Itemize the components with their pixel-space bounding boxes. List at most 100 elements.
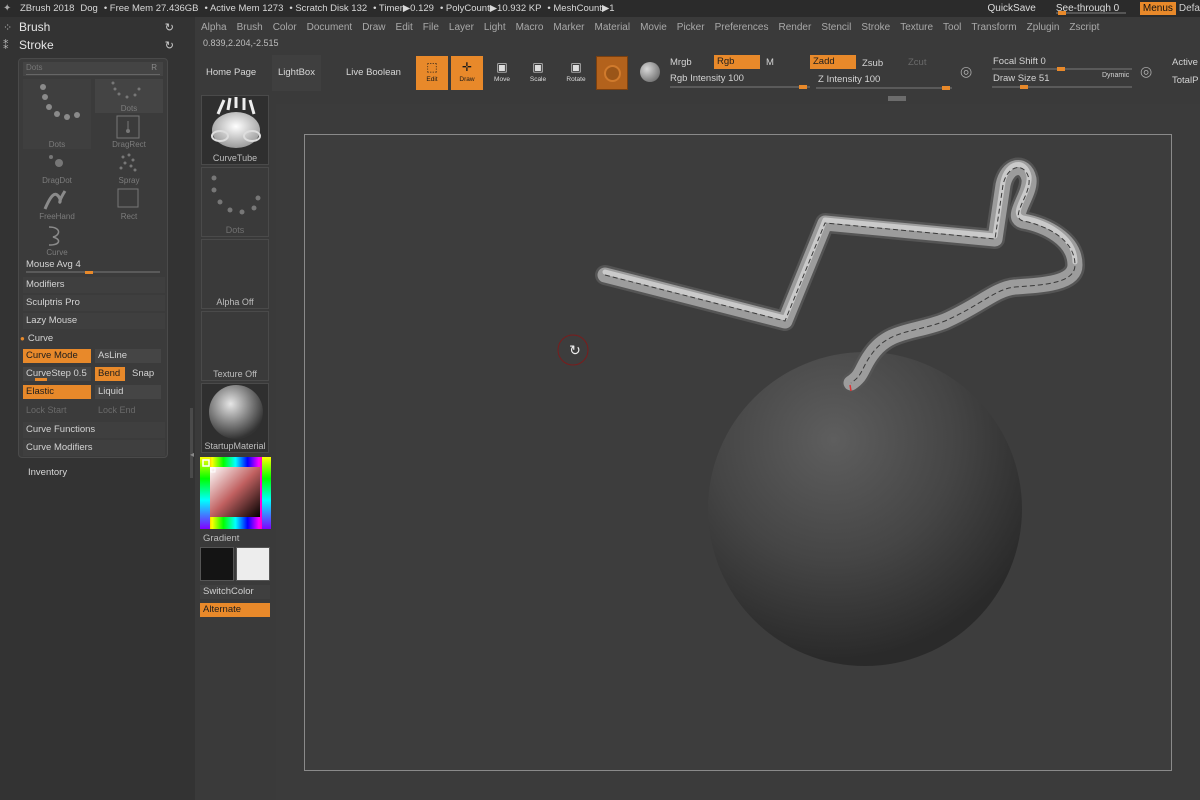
tray-collapse-icon[interactable]: ◂ xyxy=(190,450,194,459)
menu-zscript[interactable]: Zscript xyxy=(1069,22,1099,33)
focal-shift-thumb[interactable] xyxy=(1057,67,1065,71)
draw-size-track[interactable] xyxy=(992,86,1132,88)
see-through-thumb[interactable] xyxy=(1057,11,1066,15)
menu-stencil[interactable]: Stencil xyxy=(821,22,851,33)
color-picker[interactable] xyxy=(200,457,271,529)
material-swatch[interactable] xyxy=(596,56,628,90)
menu-alpha[interactable]: Alpha xyxy=(201,22,227,33)
stroke-tile-rect[interactable]: Rect xyxy=(95,187,163,221)
bend-button[interactable]: Bend xyxy=(95,367,125,381)
menu-render[interactable]: Render xyxy=(779,22,812,33)
scale-mode-button[interactable]: ▣ Scale xyxy=(522,56,554,90)
menu-tool[interactable]: Tool xyxy=(943,22,961,33)
menu-file[interactable]: File xyxy=(423,22,439,33)
menu-picker[interactable]: Picker xyxy=(677,22,705,33)
move-mode-button[interactable]: ▣ Move xyxy=(486,56,518,90)
stroke-tile-dots-large[interactable]: Dots xyxy=(23,79,91,149)
secondary-color-swatch[interactable] xyxy=(236,547,270,581)
alpha-tile[interactable]: Alpha Off xyxy=(201,239,269,309)
draw-size-thumb[interactable] xyxy=(1020,85,1028,89)
menu-edit[interactable]: Edit xyxy=(396,22,413,33)
mouse-avg-thumb[interactable] xyxy=(85,271,93,274)
sculptris-pro-subpalette[interactable]: Sculptris Pro xyxy=(23,295,165,311)
material-tile[interactable]: StartupMaterial xyxy=(201,383,269,453)
edit-mode-button[interactable]: ⬚ Edit xyxy=(416,56,448,90)
menu-zplugin[interactable]: Zplugin xyxy=(1027,22,1060,33)
curvestep-thumb[interactable] xyxy=(35,378,47,381)
menu-stroke[interactable]: Stroke xyxy=(861,22,890,33)
left-tray-scrollbar[interactable] xyxy=(190,408,193,478)
shelf-dock-handle[interactable] xyxy=(888,96,906,101)
menu-movie[interactable]: Movie xyxy=(640,22,667,33)
liquid-button[interactable]: Liquid xyxy=(95,385,161,399)
stroke-type-slider[interactable]: Dots R xyxy=(23,62,163,76)
stroke-tile-curve[interactable]: Curve xyxy=(23,223,91,257)
sphere-mesh[interactable] xyxy=(708,352,1022,666)
menu-color[interactable]: Color xyxy=(273,22,297,33)
stroke-tile-dragdot[interactable]: DragDot xyxy=(23,151,91,185)
texture-tile[interactable]: Texture Off xyxy=(201,311,269,381)
curve-subpalette[interactable]: ● Curve xyxy=(20,331,165,347)
mrgb-button[interactable]: Mrgb xyxy=(670,57,692,68)
menu-brush[interactable]: Brush xyxy=(237,22,263,33)
curve-modifiers-subpalette[interactable]: Curve Modifiers xyxy=(23,440,165,456)
gradient-label[interactable]: Gradient xyxy=(203,533,239,544)
asline-button[interactable]: AsLine xyxy=(95,349,161,363)
menu-marker[interactable]: Marker xyxy=(553,22,584,33)
default-script-button[interactable]: Defa xyxy=(1179,3,1200,14)
stroke-type-reset[interactable]: R xyxy=(151,62,157,74)
curve-functions-subpalette[interactable]: Curve Functions xyxy=(23,422,165,438)
zadd-button[interactable]: Zadd xyxy=(810,55,856,69)
lock-start-button[interactable]: Lock Start xyxy=(23,403,91,417)
menu-layer[interactable]: Layer xyxy=(449,22,474,33)
menu-draw[interactable]: Draw xyxy=(362,22,385,33)
z-intensity-track[interactable] xyxy=(816,87,952,89)
document-canvas[interactable]: ↻ xyxy=(304,134,1172,771)
stroke-palette-toggle-icon[interactable]: ↻ xyxy=(165,39,174,52)
curvestep-slider[interactable]: CurveStep 0.5 xyxy=(23,367,91,381)
rotate-mode-button[interactable]: ▣ Rotate xyxy=(560,56,592,90)
current-stroke-tile[interactable]: Dots xyxy=(201,167,269,237)
stroke-tile-freehand[interactable]: FreeHand xyxy=(23,187,91,221)
rgb-intensity-track[interactable] xyxy=(670,86,810,88)
draw-mode-button[interactable]: ✛ Draw xyxy=(451,56,483,90)
stroke-tile-dots[interactable]: Dots xyxy=(95,79,163,113)
current-brush-tile[interactable]: CurveTube xyxy=(201,95,269,165)
zcut-button[interactable]: Zcut xyxy=(908,57,926,68)
snap-button[interactable]: Snap xyxy=(129,367,161,381)
menu-transform[interactable]: Transform xyxy=(971,22,1016,33)
switch-color-button[interactable]: SwitchColor xyxy=(200,585,270,599)
lightbox-button[interactable]: LightBox xyxy=(272,55,321,91)
curve-end-point[interactable] xyxy=(849,384,852,392)
dynamic-toggle[interactable]: Dynamic xyxy=(1102,72,1129,79)
inventory-link[interactable]: Inventory xyxy=(28,467,67,478)
mouse-avg-slider[interactable]: Mouse Avg 4 xyxy=(23,259,165,274)
color-sphere-icon[interactable] xyxy=(640,62,660,82)
brush-palette-header[interactable]: ⁘ Brush ↻ xyxy=(0,18,180,36)
zsub-button[interactable]: Zsub xyxy=(862,58,883,69)
modifiers-subpalette[interactable]: Modifiers xyxy=(23,277,165,293)
stroke-tile-spray[interactable]: Spray xyxy=(95,151,163,185)
lazy-mouse-subpalette[interactable]: Lazy Mouse xyxy=(23,313,165,329)
see-through-slider[interactable]: See-through 0 xyxy=(1055,3,1126,15)
main-color-swatch[interactable] xyxy=(200,547,234,581)
menu-preferences[interactable]: Preferences xyxy=(715,22,769,33)
menu-light[interactable]: Light xyxy=(484,22,506,33)
menus-button[interactable]: Menus xyxy=(1139,2,1176,15)
rgb-button[interactable]: Rgb xyxy=(714,55,760,69)
brush-palette-toggle-icon[interactable]: ↻ xyxy=(165,21,174,34)
menu-document[interactable]: Document xyxy=(307,22,353,33)
focal-shift-icon[interactable]: ◎ xyxy=(960,63,972,80)
z-intensity-thumb[interactable] xyxy=(942,86,950,90)
rgb-intensity-thumb[interactable] xyxy=(799,85,807,89)
lock-end-button[interactable]: Lock End xyxy=(95,403,161,417)
menu-macro[interactable]: Macro xyxy=(516,22,544,33)
stroke-tile-dragrect[interactable]: DragRect xyxy=(95,115,163,149)
symmetry-icon[interactable]: ◎ xyxy=(1140,63,1152,80)
menu-material[interactable]: Material xyxy=(595,22,631,33)
curve-tube-mesh[interactable] xyxy=(595,157,1085,393)
alternate-button[interactable]: Alternate xyxy=(200,603,270,617)
curve-mode-button[interactable]: Curve Mode xyxy=(23,349,91,363)
menu-texture[interactable]: Texture xyxy=(900,22,933,33)
elastic-button[interactable]: Elastic xyxy=(23,385,91,399)
